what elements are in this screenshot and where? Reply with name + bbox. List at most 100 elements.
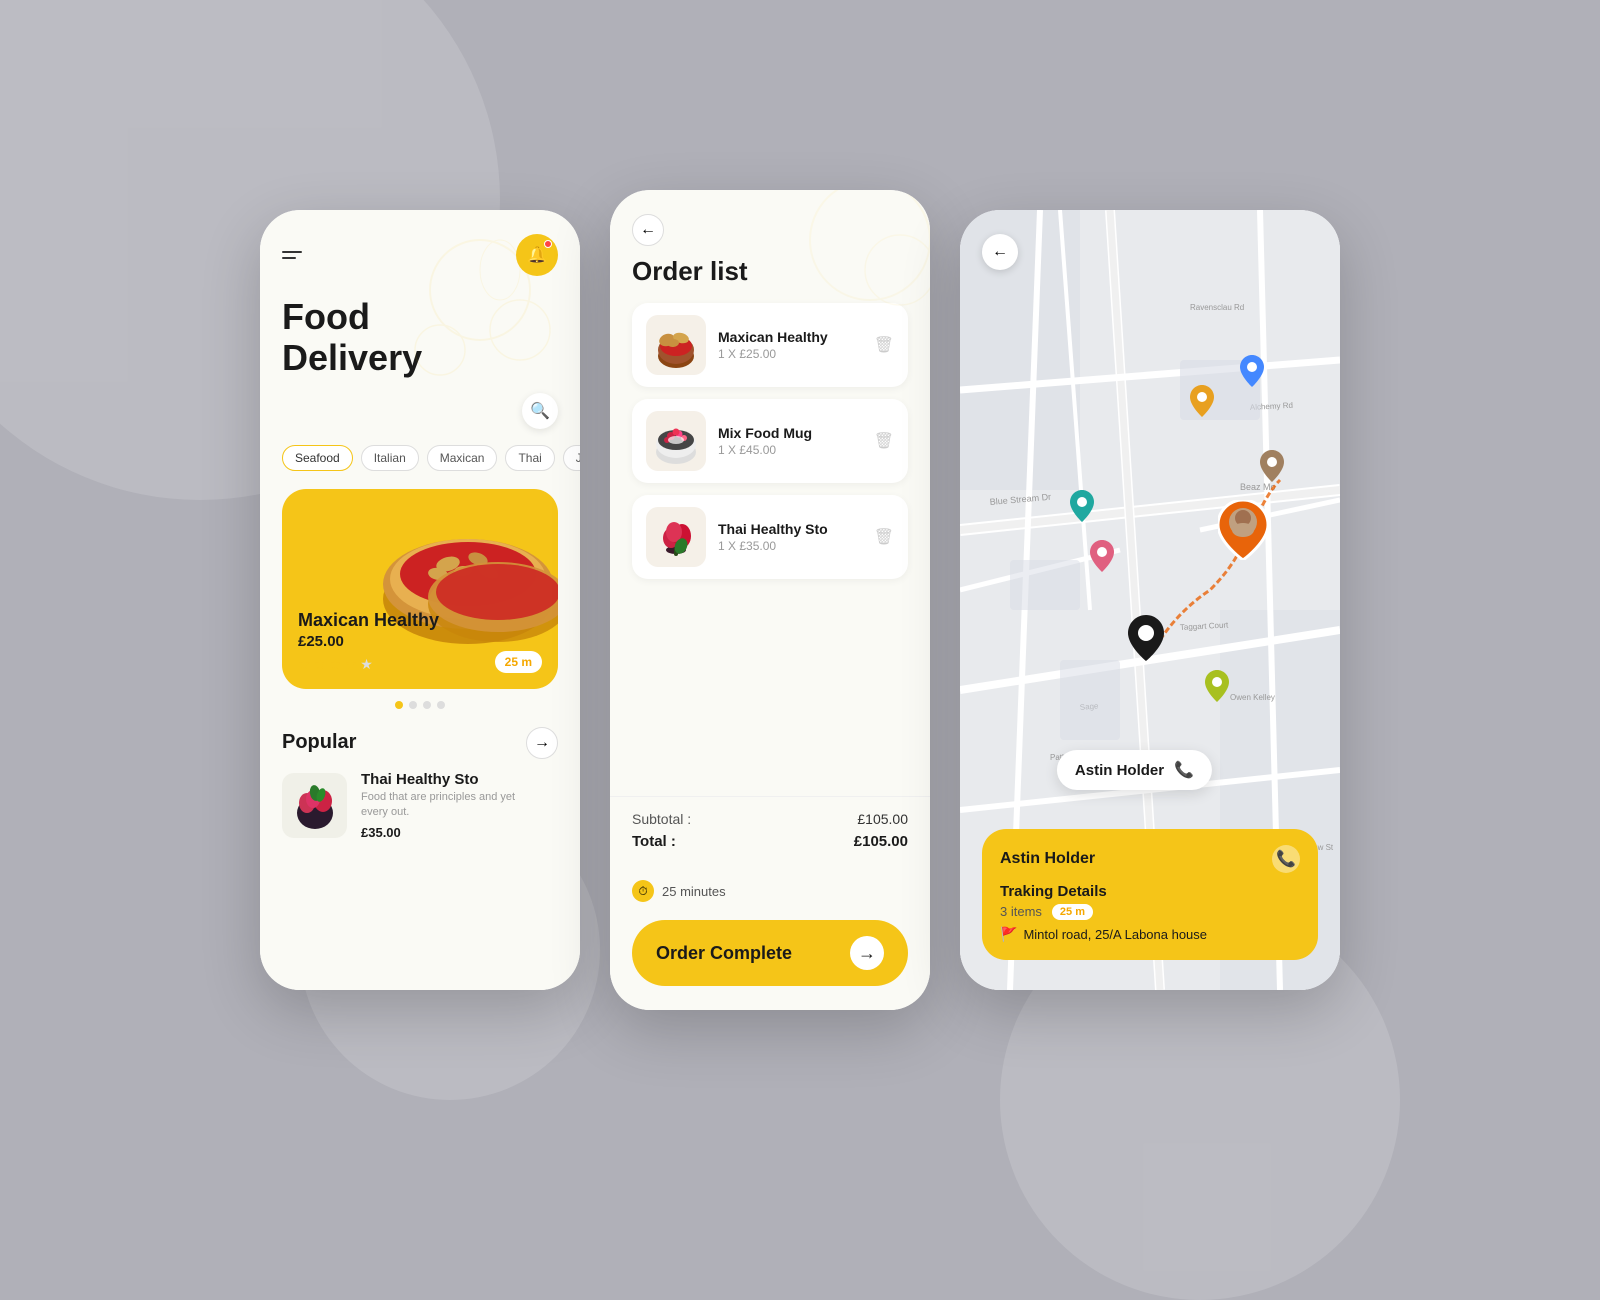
order-item-3-image bbox=[646, 507, 706, 567]
star-3: ★ bbox=[329, 656, 342, 673]
popular-item-price: £35.00 bbox=[361, 825, 521, 840]
popular-title: Popular bbox=[282, 731, 356, 754]
tracking-details-title: Traking Details bbox=[1000, 883, 1300, 900]
popular-item-image bbox=[282, 773, 347, 838]
flag-icon: 🚩 bbox=[1000, 926, 1017, 943]
yellow-location-pin bbox=[1205, 670, 1229, 702]
phone-order-list: ← Order list bbox=[610, 190, 930, 1010]
subtotal-value: £105.00 bbox=[857, 811, 908, 827]
tracking-address-row: 🚩 Mintol road, 25/A Labona house bbox=[1000, 926, 1300, 944]
map-pin-pink[interactable] bbox=[1090, 540, 1114, 577]
menu-button[interactable] bbox=[282, 251, 302, 259]
order-list-title: Order list bbox=[632, 256, 908, 287]
rider-pin[interactable] bbox=[1218, 500, 1268, 565]
category-tabs: Seafood Italian Maxican Thai Japa... bbox=[260, 439, 580, 477]
phone-food-delivery: 🔔 Food Delivery 🔍 Seafood Italian Maxica… bbox=[260, 210, 580, 990]
star-1: ★ bbox=[298, 656, 311, 673]
order-complete-label: Order Complete bbox=[656, 943, 792, 964]
tracking-items-count-row: 3 items 25 m bbox=[1000, 904, 1300, 920]
order-complete-arrow-icon: → bbox=[850, 936, 884, 970]
popular-next-button[interactable]: → bbox=[526, 727, 558, 759]
phone-icon[interactable]: 📞 bbox=[1174, 760, 1194, 780]
order-item-1-info: Maxican Healthy 1 X £25.00 bbox=[718, 329, 862, 361]
back-icon: ← bbox=[640, 221, 656, 239]
order-item-2-image bbox=[646, 411, 706, 471]
tab-maxican[interactable]: Maxican bbox=[427, 445, 498, 471]
destination-pin[interactable] bbox=[1128, 615, 1164, 666]
mauve-location-pin bbox=[1260, 450, 1284, 482]
delete-item-2-button[interactable]: 🗑 bbox=[874, 431, 894, 451]
map-back-button[interactable]: ← bbox=[982, 234, 1018, 270]
order-item-3-name: Thai Healthy Sto bbox=[718, 521, 862, 537]
order-item-2-info: Mix Food Mug 1 X £45.00 bbox=[718, 425, 862, 457]
star-4: ★ bbox=[345, 656, 358, 673]
tab-seafood[interactable]: Seafood bbox=[282, 445, 353, 471]
delete-item-1-button[interactable]: 🗑 bbox=[874, 335, 894, 355]
popular-header: Popular → bbox=[282, 727, 558, 759]
phone1-header: 🔔 bbox=[260, 210, 580, 286]
delivery-time: 25 minutes bbox=[662, 884, 726, 899]
order-title-section: Order list bbox=[610, 256, 930, 303]
maxican-food-icon bbox=[649, 318, 704, 373]
phone-tracking-map: Blue Stream Dr Alchemy Rd Taggart Court … bbox=[960, 210, 1340, 990]
map-back-icon: ← bbox=[992, 243, 1008, 261]
app-title-section: Food Delivery bbox=[260, 286, 580, 379]
order-header: ← bbox=[610, 190, 930, 256]
notification-button[interactable]: 🔔 bbox=[516, 234, 558, 276]
order-item-2-qty: 1 X £45.00 bbox=[718, 443, 862, 457]
star-5: ★ bbox=[360, 656, 373, 673]
total-label: Total : bbox=[632, 833, 676, 850]
carousel-dots bbox=[260, 701, 580, 709]
map-pin-teal[interactable] bbox=[1070, 490, 1094, 527]
phone3-inner: Blue Stream Dr Alchemy Rd Taggart Court … bbox=[960, 210, 1340, 990]
search-icon: 🔍 bbox=[530, 401, 550, 421]
order-item-2[interactable]: Mix Food Mug 1 X £45.00 🗑 bbox=[632, 399, 908, 483]
order-item-3[interactable]: Thai Healthy Sto 1 X £35.00 🗑 bbox=[632, 495, 908, 579]
map-pin-orange[interactable] bbox=[1190, 385, 1214, 422]
bell-icon: 🔔 bbox=[527, 245, 547, 265]
thai-food-icon bbox=[649, 510, 704, 565]
map-pin-blue[interactable] bbox=[1240, 355, 1264, 392]
search-button[interactable]: 🔍 bbox=[522, 393, 558, 429]
hero-card[interactable]: Maxican Healthy £25.00 ★ ★ ★ ★ ★ 25 m bbox=[282, 489, 558, 689]
tracking-items-text: 3 items bbox=[1000, 904, 1042, 919]
dot-1[interactable] bbox=[395, 701, 403, 709]
search-bar: 🔍 bbox=[260, 379, 580, 439]
order-back-button[interactable]: ← bbox=[632, 214, 664, 246]
phones-container: 🔔 Food Delivery 🔍 Seafood Italian Maxica… bbox=[260, 190, 1340, 1010]
order-item-1[interactable]: Maxican Healthy 1 X £25.00 🗑 bbox=[632, 303, 908, 387]
dot-3[interactable] bbox=[423, 701, 431, 709]
star-2: ★ bbox=[314, 656, 327, 673]
popular-item[interactable]: Thai Healthy Sto Food that are principle… bbox=[282, 771, 558, 840]
popular-item-info: Thai Healthy Sto Food that are principle… bbox=[361, 771, 521, 840]
tab-japanese[interactable]: Japa... bbox=[563, 445, 580, 471]
dot-2[interactable] bbox=[409, 701, 417, 709]
order-complete-button[interactable]: Order Complete → bbox=[632, 920, 908, 986]
popular-section: Popular → bbox=[260, 717, 580, 850]
tab-italian[interactable]: Italian bbox=[361, 445, 419, 471]
subtotal-row: Subtotal : £105.00 bbox=[632, 811, 908, 827]
rider-avatar-pin bbox=[1218, 500, 1268, 560]
order-item-2-name: Mix Food Mug bbox=[718, 425, 862, 441]
hero-item-name: Maxican Healthy bbox=[298, 610, 439, 631]
call-rider-button[interactable]: 📞 bbox=[1272, 845, 1300, 873]
delete-item-3-button[interactable]: 🗑 bbox=[874, 527, 894, 547]
rider-info-row: Astin Holder 📞 bbox=[1000, 845, 1300, 873]
dot-4[interactable] bbox=[437, 701, 445, 709]
order-item-1-image bbox=[646, 315, 706, 375]
order-item-3-info: Thai Healthy Sto 1 X £35.00 bbox=[718, 521, 862, 553]
pink-location-pin bbox=[1090, 540, 1114, 572]
popular-item-name: Thai Healthy Sto bbox=[361, 771, 521, 788]
map-pin-mauve[interactable] bbox=[1260, 450, 1284, 487]
subtotal-label: Subtotal : bbox=[632, 811, 691, 827]
phone2-inner: ← Order list bbox=[610, 190, 930, 1010]
hero-item-rating: ★ ★ ★ ★ ★ bbox=[298, 656, 439, 673]
map-pin-yellow[interactable] bbox=[1205, 670, 1229, 707]
svg-text:Owen Kelley: Owen Kelley bbox=[1230, 693, 1275, 702]
hero-distance-badge: 25 m bbox=[495, 651, 542, 673]
tab-thai[interactable]: Thai bbox=[505, 445, 554, 471]
order-item-3-qty: 1 X £35.00 bbox=[718, 539, 862, 553]
rider-name-label: Astin Holder bbox=[1000, 850, 1095, 868]
caller-card: Astin Holder 📞 bbox=[1057, 750, 1212, 790]
clock-icon: ⏱ bbox=[632, 880, 654, 902]
